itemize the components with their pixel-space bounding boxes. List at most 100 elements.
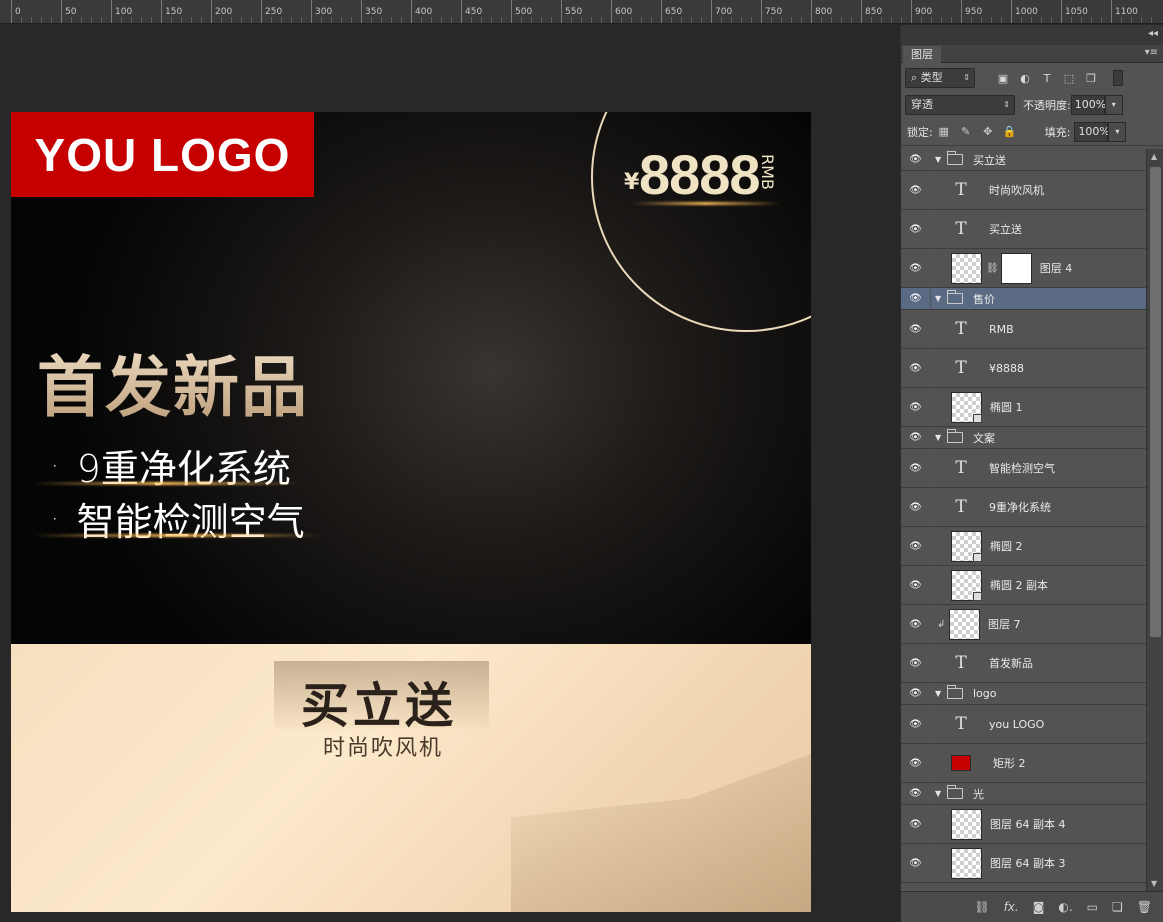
visibility-eye-icon[interactable]: 👁 bbox=[901, 171, 931, 209]
group-expand-icon[interactable]: ▼ bbox=[935, 433, 945, 442]
adjustment-filter-icon[interactable]: ◐ bbox=[1017, 70, 1033, 86]
layer-row[interactable]: 👁 图层 64 副本 3 bbox=[901, 844, 1146, 883]
fill-input[interactable]: 100% bbox=[1074, 121, 1110, 142]
visibility-eye-icon[interactable]: 👁 bbox=[901, 644, 931, 682]
layer-row[interactable]: 👁 椭圆 2 bbox=[901, 527, 1146, 566]
collapse-panel-icon[interactable]: ◂◂ bbox=[1148, 28, 1158, 39]
visibility-eye-icon[interactable]: 👁 bbox=[901, 427, 931, 448]
visibility-eye-icon[interactable]: 👁 bbox=[901, 210, 931, 248]
lock-transparency-icon[interactable]: ▦ bbox=[937, 125, 951, 139]
visibility-eye-icon[interactable]: 👁 bbox=[901, 388, 931, 426]
visibility-eye-icon[interactable]: 👁 bbox=[901, 488, 931, 526]
opacity-dropdown-button[interactable]: ▾ bbox=[1104, 95, 1123, 115]
ruler-tick-label: 400 bbox=[415, 7, 433, 17]
layer-row[interactable]: 👁 椭圆 1 bbox=[901, 388, 1146, 427]
layer-row[interactable]: 👁 ⛓ 图层 4 bbox=[901, 249, 1146, 288]
layer-row[interactable]: 👁 T 时尚吹风机 bbox=[901, 171, 1146, 210]
layer-group-row[interactable]: 👁 ▼ 光 bbox=[901, 783, 1146, 805]
visibility-eye-icon[interactable]: 👁 bbox=[901, 449, 931, 487]
filter-toggle-icon[interactable] bbox=[1113, 70, 1123, 86]
layer-row[interactable]: 👁 椭圆 2 副本 bbox=[901, 566, 1146, 605]
layer-name: 智能检测空气 bbox=[989, 462, 1055, 475]
layer-group-row[interactable]: 👁 ▼ 文案 bbox=[901, 427, 1146, 449]
text-filter-icon[interactable]: T bbox=[1039, 70, 1055, 86]
ruler-tick-label: 350 bbox=[365, 7, 383, 17]
text-layer-icon: T bbox=[955, 219, 967, 239]
visibility-eye-icon[interactable]: 👁 bbox=[901, 783, 931, 804]
ruler-minor-tick bbox=[1071, 17, 1072, 23]
panel-footer: ⛓ fx. ◙ ◐. ▭ ❏ 🗑 bbox=[901, 891, 1163, 922]
visibility-eye-icon[interactable]: 👁 bbox=[901, 566, 931, 604]
layer-row[interactable]: 👁 T RMB bbox=[901, 310, 1146, 349]
mask-icon[interactable]: ◙ bbox=[1033, 900, 1045, 914]
visibility-eye-icon[interactable]: 👁 bbox=[901, 310, 931, 348]
visibility-eye-icon[interactable]: 👁 bbox=[901, 527, 931, 565]
visibility-eye-icon[interactable]: 👁 bbox=[901, 683, 931, 704]
lock-pixels-icon[interactable]: ✎ bbox=[959, 125, 973, 139]
layer-group-row[interactable]: 👁 ▼ 买立送 bbox=[901, 149, 1146, 171]
visibility-eye-icon[interactable]: 👁 bbox=[901, 249, 931, 287]
group-expand-icon[interactable]: ▼ bbox=[935, 689, 945, 698]
mask-link-icon[interactable]: ⛓ bbox=[986, 263, 999, 274]
visibility-eye-icon[interactable]: 👁 bbox=[901, 844, 931, 882]
image-filter-icon[interactable]: ▣ bbox=[995, 70, 1011, 86]
layer-name: 买立送 bbox=[989, 223, 1022, 236]
layer-thumbnail bbox=[951, 755, 971, 771]
adjustment-icon[interactable]: ◐. bbox=[1058, 900, 1072, 914]
fx-icon[interactable]: fx. bbox=[1004, 900, 1019, 914]
lock-position-icon[interactable]: ✥ bbox=[981, 125, 995, 139]
layer-mask-thumbnail[interactable] bbox=[1000, 252, 1032, 284]
group-expand-icon[interactable]: ▼ bbox=[935, 155, 945, 164]
ruler-tick: 200 bbox=[211, 0, 232, 23]
layer-row[interactable]: 👁 图层 64 副本 4 bbox=[901, 805, 1146, 844]
design-canvas[interactable]: YOU LOGO ¥ 8888 RMB 首发新品 · 9重净化系统 · 智能检测… bbox=[11, 112, 811, 912]
visibility-eye-icon[interactable]: 👁 bbox=[901, 349, 931, 387]
trash-icon[interactable]: 🗑 bbox=[1137, 900, 1152, 914]
ruler-tick-label: 650 bbox=[665, 7, 683, 17]
group-expand-icon[interactable]: ▼ bbox=[935, 789, 945, 798]
layer-row[interactable]: 👁 ↲ 图层 7 bbox=[901, 605, 1146, 644]
layer-filter-select[interactable]: ⌕ 类型 ⇕ bbox=[905, 68, 975, 88]
visibility-eye-icon[interactable]: 👁 bbox=[901, 744, 931, 782]
fill-dropdown-button[interactable]: ▾ bbox=[1108, 121, 1127, 142]
folder-icon bbox=[947, 151, 963, 165]
panel-menu-icon[interactable]: ▾≡ bbox=[1145, 47, 1158, 58]
layers-scrollbar[interactable]: ▲ ▼ bbox=[1146, 149, 1163, 891]
new-group-icon[interactable]: ▭ bbox=[1087, 900, 1098, 914]
ruler-minor-tick bbox=[691, 17, 692, 23]
horizontal-ruler[interactable]: 0 50 100 150 200 250 300 350 400 450 500 550 600 650 7… bbox=[0, 0, 1163, 24]
layer-row[interactable]: 👁 T ¥8888 bbox=[901, 349, 1146, 388]
layer-row[interactable]: 👁 Tyou LOGO bbox=[901, 705, 1146, 744]
shape-filter-icon[interactable]: ⬚ bbox=[1061, 70, 1077, 86]
group-expand-icon[interactable]: ▼ bbox=[935, 294, 945, 303]
layer-row[interactable]: 👁 T 9重净化系统 bbox=[901, 488, 1146, 527]
bullet-dot: · bbox=[51, 451, 59, 480]
layer-row[interactable]: 👁 T 首发新品 bbox=[901, 644, 1146, 683]
new-layer-icon[interactable]: ❏ bbox=[1112, 900, 1123, 914]
text-layer-icon: T bbox=[955, 319, 967, 339]
layer-group-row[interactable]: 👁 ▼ logo bbox=[901, 683, 1146, 705]
layer-group-row[interactable]: 👁 ▼ 售价 bbox=[901, 288, 1146, 310]
layer-row[interactable]: 👁 矩形 2 bbox=[901, 744, 1146, 783]
scroll-down-icon[interactable]: ▼ bbox=[1151, 879, 1157, 888]
layer-name: 售价 bbox=[973, 292, 995, 306]
bullet-dot: · bbox=[51, 504, 59, 533]
bullet-glow bbox=[31, 482, 301, 485]
visibility-eye-icon[interactable]: 👁 bbox=[901, 805, 931, 843]
blend-mode-select[interactable]: 穿透 ⇕ bbox=[905, 95, 1015, 115]
lock-all-icon[interactable]: 🔒 bbox=[1003, 125, 1017, 139]
layer-row[interactable]: 👁 T 智能检测空气 bbox=[901, 449, 1146, 488]
visibility-eye-icon[interactable]: 👁 bbox=[901, 705, 931, 743]
scroll-thumb[interactable] bbox=[1150, 167, 1161, 637]
opacity-input[interactable]: 100% bbox=[1070, 95, 1106, 115]
visibility-eye-icon[interactable]: 👁 bbox=[901, 149, 931, 170]
ruler-tick-label: 50 bbox=[65, 7, 77, 17]
scroll-up-icon[interactable]: ▲ bbox=[1151, 152, 1157, 161]
smart-object-filter-icon[interactable]: ❐ bbox=[1083, 70, 1099, 86]
ruler-tick-label: 450 bbox=[465, 7, 483, 17]
visibility-eye-icon[interactable]: 👁 bbox=[901, 605, 931, 643]
tab-layers[interactable]: 图层 bbox=[903, 46, 941, 63]
layer-row[interactable]: 👁 T 买立送 bbox=[901, 210, 1146, 249]
visibility-eye-icon[interactable]: 👁 bbox=[901, 288, 931, 309]
link-icon[interactable]: ⛓ bbox=[974, 900, 989, 914]
